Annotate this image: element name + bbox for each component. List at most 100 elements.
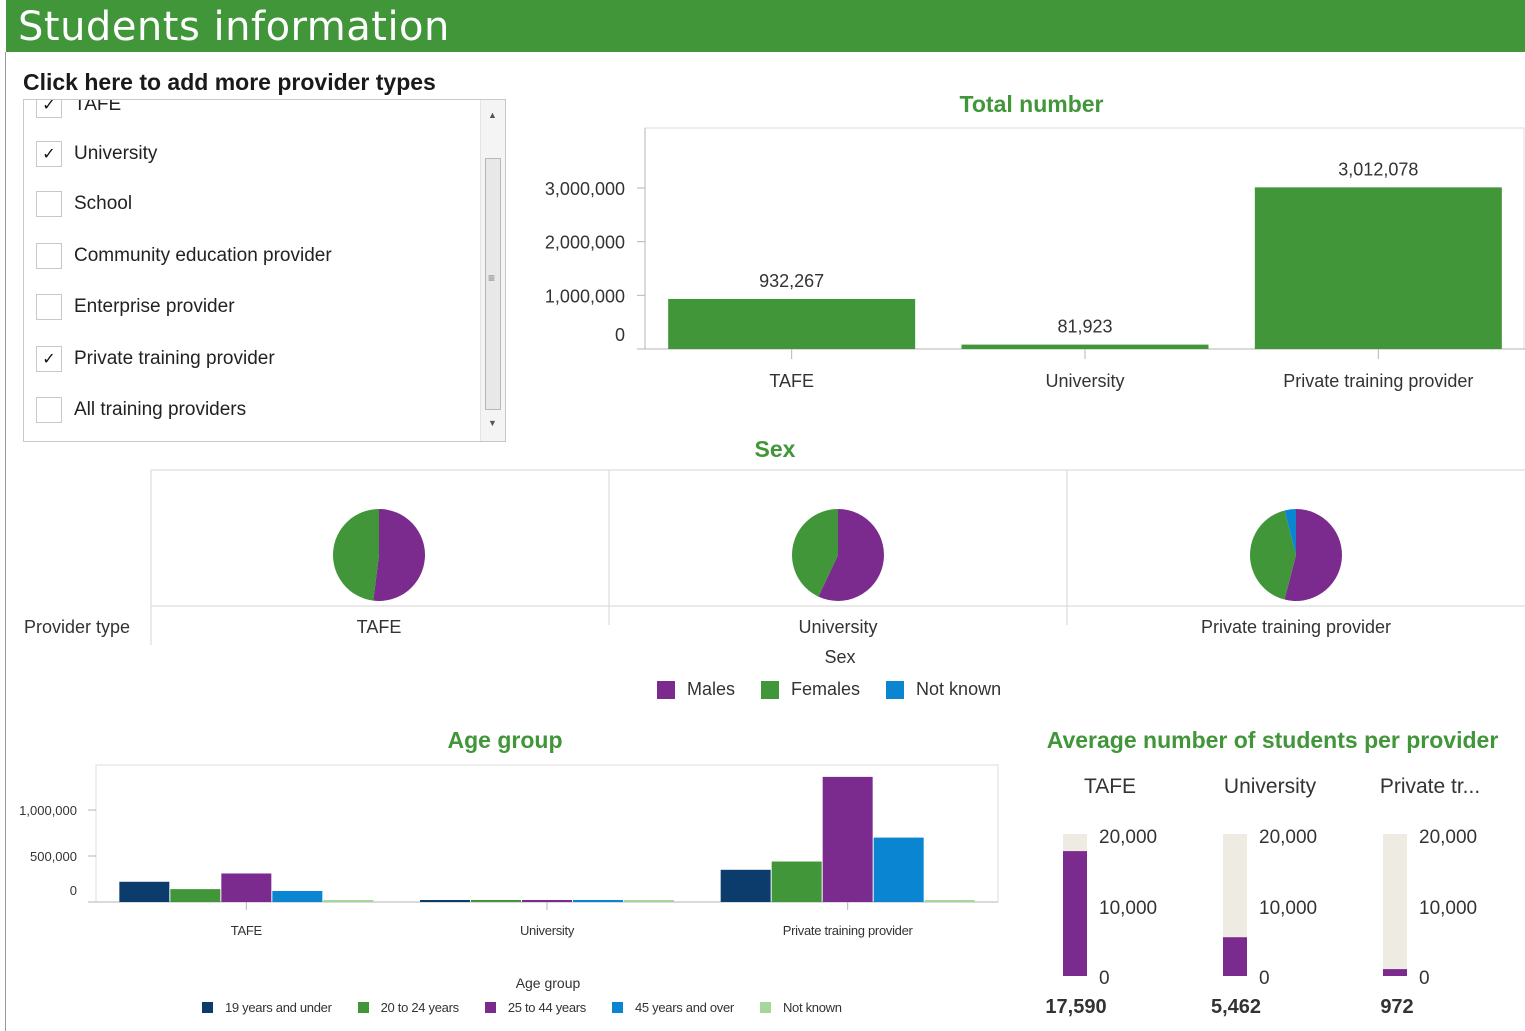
checkbox-community-education[interactable]: [36, 243, 62, 269]
sex-chart: Provider type TAFE University Private train…: [24, 469, 1525, 667]
legend-swatch: [759, 1002, 771, 1013]
sex-legend: Males Females Not known: [657, 679, 1019, 700]
y-tick-label: 1,000,000: [545, 286, 625, 306]
total-number-chart: 3,000,000 2,000,000 1,000,000 0 932,267 TAFE 8…: [545, 127, 1525, 391]
bar: [771, 861, 822, 902]
scroll-down-icon[interactable]: ▼: [488, 418, 497, 428]
checkbox-enterprise[interactable]: [36, 294, 62, 320]
provider-item-university[interactable]: ✓ University: [36, 139, 157, 169]
x-tick-label: Private training provider: [1201, 617, 1391, 637]
bar: [170, 889, 221, 902]
provider-item-community-education[interactable]: Community education provider: [36, 241, 332, 271]
bar: [119, 881, 170, 902]
gauge-label: TAFE: [1084, 775, 1136, 798]
provider-type-list[interactable]: ✓ TAFE ✓ University School Community edu…: [23, 99, 506, 442]
gauge-value: 5,462: [1211, 996, 1261, 1018]
check-icon: ✓: [42, 99, 56, 114]
scroll-up-icon[interactable]: ▲: [488, 110, 497, 120]
pie-slice: [332, 509, 379, 601]
provider-selector-heading[interactable]: Click here to add more provider types: [23, 69, 436, 96]
bar: [668, 298, 916, 349]
sex-title: Sex: [754, 436, 796, 462]
legend-item-25-44[interactable]: 25 to 44 years: [484, 1000, 586, 1015]
y-tick-label: 500,000: [30, 849, 77, 864]
provider-item-all-training[interactable]: All training providers: [36, 395, 246, 425]
x-axis-label: Sex: [824, 647, 855, 667]
gauge-tick-label: 10,000: [1419, 898, 1477, 919]
bar: [573, 900, 623, 902]
gauge-tick-label: 10,000: [1099, 898, 1157, 919]
bar: [873, 837, 924, 902]
grip-icon: ≡: [488, 271, 496, 285]
x-tick-label: University: [798, 617, 877, 637]
provider-item-label: Community education provider: [74, 245, 332, 266]
legend-item-not-known[interactable]: Not known: [886, 679, 1001, 700]
legend-item-not-known[interactable]: Not known: [759, 1000, 842, 1015]
checkbox-school[interactable]: [36, 191, 62, 217]
data-label: 81,923: [1057, 317, 1112, 337]
legend-item-females[interactable]: Females: [761, 679, 860, 700]
legend-item-males[interactable]: Males: [657, 679, 735, 700]
checkbox-university[interactable]: ✓: [36, 141, 62, 167]
page-title: Students information: [18, 4, 450, 50]
checkbox-private-training[interactable]: ✓: [36, 346, 62, 372]
gauge-label: University: [1224, 775, 1317, 798]
y-tick-label: 0: [70, 883, 77, 898]
gauge-track: [1383, 834, 1407, 976]
row-label: Provider type: [24, 617, 130, 637]
bar: [420, 900, 470, 902]
age-group-title: Age group: [447, 727, 563, 753]
checkbox-all-training[interactable]: [36, 397, 62, 423]
legend-swatch: [886, 680, 905, 699]
x-tick-label: Private training provider: [1283, 371, 1473, 391]
y-tick-label: 1,000,000: [19, 803, 77, 818]
bar: [961, 344, 1209, 349]
gauge-label: Private tr...: [1380, 775, 1480, 798]
legend-item-20-24[interactable]: 20 to 24 years: [357, 1000, 459, 1015]
gauge-tick-label: 0: [1099, 968, 1110, 989]
x-tick-label: University: [1045, 371, 1124, 391]
provider-item-tafe[interactable]: ✓ TAFE: [36, 99, 121, 120]
bar: [323, 900, 374, 902]
bar: [624, 900, 674, 902]
y-tick-label: 0: [615, 325, 625, 345]
legend-label: 45 years and over: [635, 1000, 734, 1015]
provider-item-label: All training providers: [74, 399, 247, 420]
provider-item-enterprise[interactable]: Enterprise provider: [36, 292, 235, 322]
legend-swatch: [484, 1002, 496, 1013]
average-title: Average number of students per provider: [1046, 727, 1499, 753]
gauge-value: 972: [1380, 996, 1413, 1018]
gauge-fill: [1063, 851, 1087, 976]
gauge-fill: [1223, 937, 1247, 976]
data-label: 932,267: [759, 271, 824, 291]
gauge-tick-label: 20,000: [1099, 827, 1157, 848]
y-tick-label: 2,000,000: [545, 233, 625, 253]
x-tick-label: TAFE: [357, 617, 402, 637]
legend-label: Not known: [782, 1000, 842, 1015]
pie-slice: [373, 509, 425, 601]
legend-swatch: [202, 1002, 213, 1013]
list-scrollbar[interactable]: ▲ ≡ ▼: [480, 100, 505, 441]
gauge-fill: [1383, 969, 1407, 976]
legend-swatch: [761, 680, 780, 699]
bar: [924, 900, 975, 902]
x-tick-label: TAFE: [231, 923, 263, 938]
scroll-thumb[interactable]: ≡: [485, 158, 501, 410]
x-axis-label: Age group: [516, 975, 581, 991]
provider-item-school[interactable]: School: [36, 189, 132, 219]
legend-label: 20 to 24 years: [380, 1000, 459, 1015]
gauge-tick-label: 10,000: [1259, 898, 1317, 919]
legend-item-19-under[interactable]: 19 years and under: [202, 1000, 332, 1015]
legend-item-45-over[interactable]: 45 years and over: [612, 1000, 734, 1015]
provider-item-private-training[interactable]: ✓ Private training provider: [36, 344, 275, 374]
gauge-tick-label: 0: [1259, 968, 1270, 989]
checkbox-tafe[interactable]: ✓: [36, 99, 62, 118]
gauge-tick-label: 0: [1419, 968, 1430, 989]
bar: [522, 900, 572, 902]
x-tick-label: TAFE: [769, 371, 814, 391]
legend-swatch: [357, 1002, 369, 1013]
legend-label: Males: [687, 679, 736, 699]
gauge-tick-label: 20,000: [1259, 827, 1317, 848]
check-icon: ✓: [42, 351, 56, 368]
age-group-legend: 19 years and under 20 to 24 years 25 to …: [202, 1000, 860, 1015]
